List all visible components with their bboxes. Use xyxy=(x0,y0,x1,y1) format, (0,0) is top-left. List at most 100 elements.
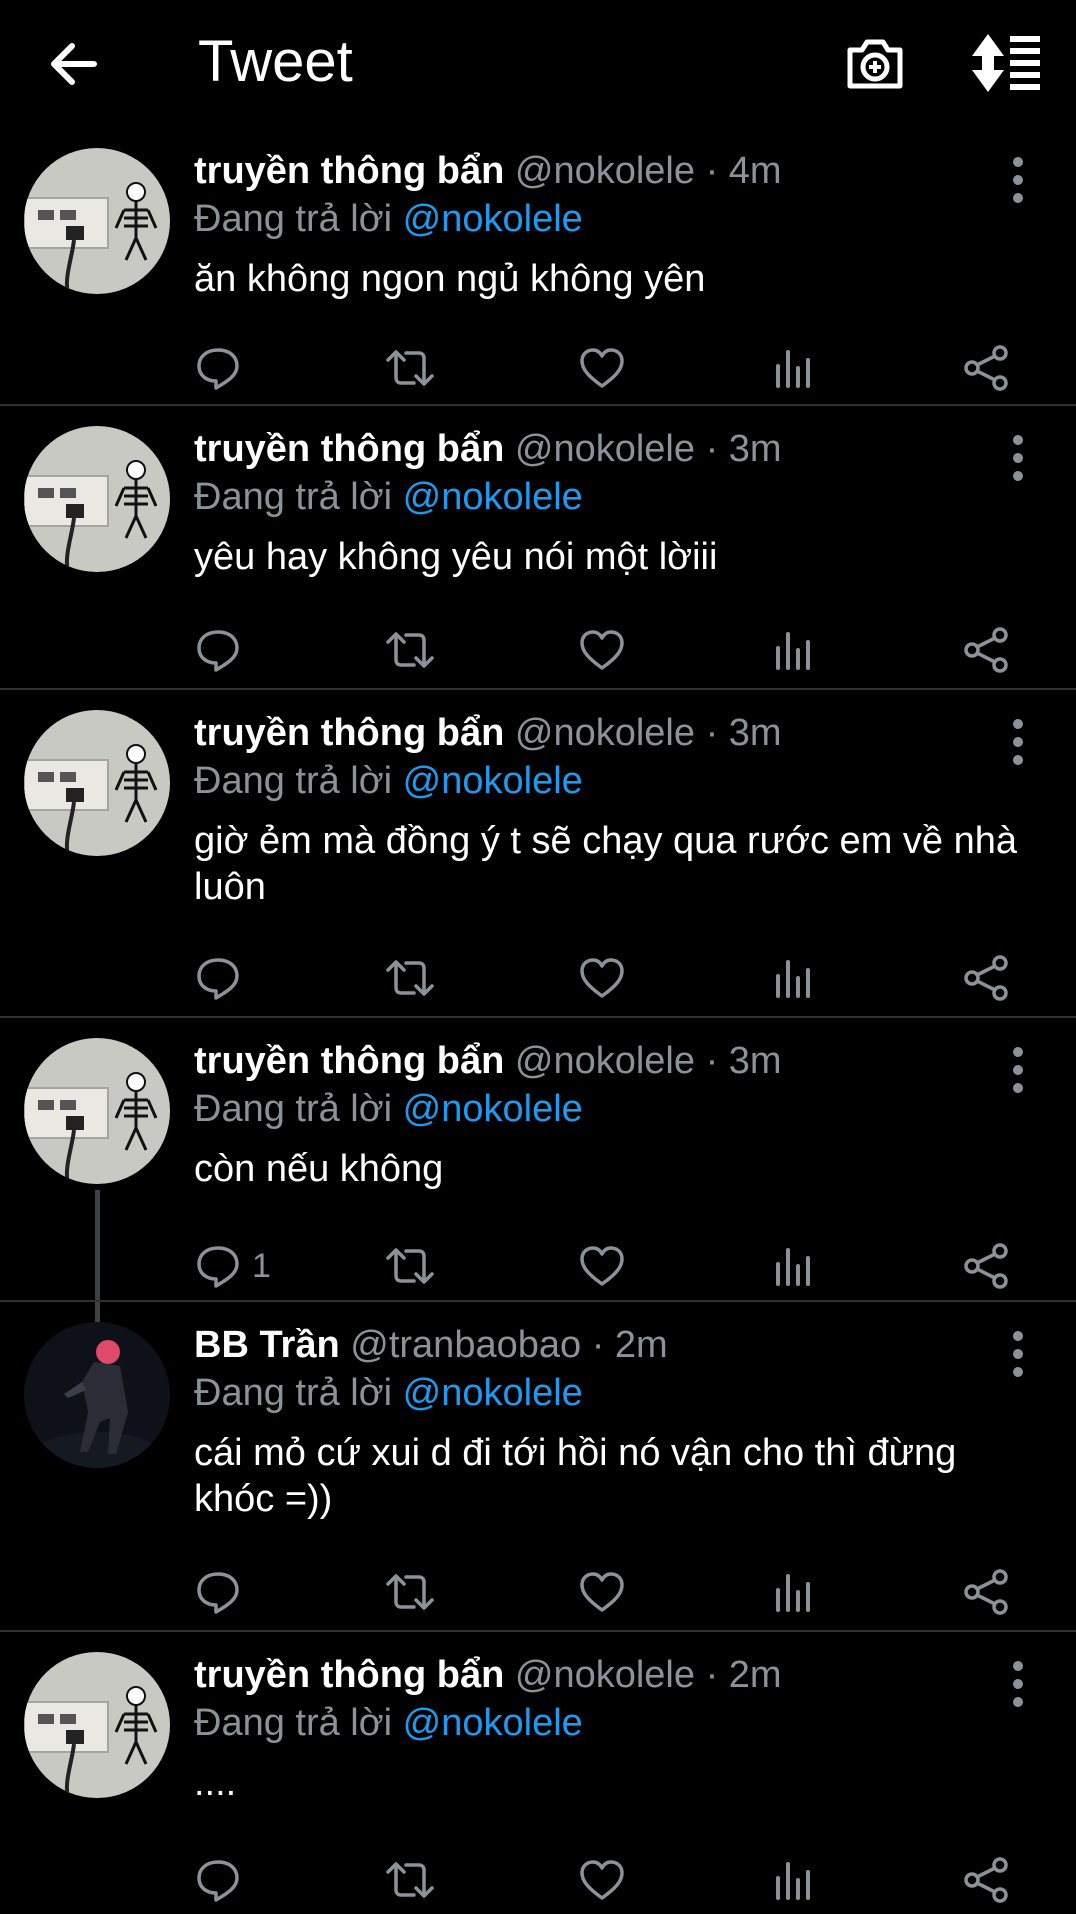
replying-to-label: Đang trả lời xyxy=(194,476,393,518)
analytics-button[interactable] xyxy=(770,1852,818,1908)
camera-button[interactable] xyxy=(842,30,908,96)
tweet[interactable]: truyền thông bẩn @nokolele · 3m Đang trả… xyxy=(0,1018,1076,1302)
more-options-button[interactable] xyxy=(998,712,1038,772)
tweet[interactable]: BB Trần @tranbaobao · 2m Đang trả lời @n… xyxy=(0,1302,1076,1632)
display-name[interactable]: BB Trần xyxy=(194,1324,340,1366)
reply-icon xyxy=(197,1572,239,1614)
reply-button[interactable]: 1 xyxy=(194,1238,271,1294)
separator-dot: · xyxy=(591,1324,605,1366)
share-icon xyxy=(964,1243,1008,1289)
back-button[interactable] xyxy=(44,32,108,96)
separator-dot: · xyxy=(705,150,719,192)
like-button[interactable] xyxy=(578,1852,626,1908)
tweet-header: truyền thông bẩn @nokolele · 2m xyxy=(194,1654,782,1697)
share-icon xyxy=(964,345,1008,391)
more-options-icon xyxy=(1013,1047,1023,1093)
like-button[interactable] xyxy=(578,950,626,1006)
user-handle: @nokolele xyxy=(514,1654,696,1696)
share-button[interactable] xyxy=(962,950,1010,1006)
display-name[interactable]: truyền thông bẩn xyxy=(194,712,504,754)
retweet-icon xyxy=(386,1248,434,1284)
retweet-button[interactable] xyxy=(386,340,434,396)
reply-button[interactable] xyxy=(194,340,252,396)
user-handle: @nokolele xyxy=(514,150,696,192)
mention-link[interactable]: @nokolele xyxy=(403,476,583,518)
mention-link[interactable]: @nokolele xyxy=(403,1088,583,1130)
avatar[interactable] xyxy=(24,1038,170,1184)
more-options-button[interactable] xyxy=(998,1324,1038,1384)
share-button[interactable] xyxy=(962,1852,1010,1908)
reply-button[interactable] xyxy=(194,950,252,1006)
tweet-actions xyxy=(194,340,1034,396)
reply-button[interactable] xyxy=(194,622,252,678)
display-name[interactable]: truyền thông bẩn xyxy=(194,428,504,470)
avatar[interactable] xyxy=(24,426,170,572)
analytics-icon xyxy=(776,350,810,388)
mention-link[interactable]: @nokolele xyxy=(403,1372,583,1414)
more-options-button[interactable] xyxy=(998,1040,1038,1100)
heart-icon xyxy=(580,1572,624,1612)
tweet-text: yêu hay không yêu nói một lờiii xyxy=(194,536,718,578)
share-button[interactable] xyxy=(962,340,1010,396)
avatar[interactable] xyxy=(24,1652,170,1798)
share-button[interactable] xyxy=(962,622,1010,678)
separator-dot: · xyxy=(705,1040,719,1082)
share-button[interactable] xyxy=(962,1564,1010,1620)
share-button[interactable] xyxy=(962,1238,1010,1294)
tweet-text: còn nếu không xyxy=(194,1148,444,1190)
tweet-text: giờ ẻm mà đồng ý t sẽ chạy qua rước em v… xyxy=(194,820,1017,908)
display-name[interactable]: truyền thông bẩn xyxy=(194,1654,504,1696)
avatar[interactable] xyxy=(24,1322,170,1468)
retweet-button[interactable] xyxy=(386,1238,434,1294)
tweet-header: truyền thông bẩn @nokolele · 4m xyxy=(194,150,782,193)
more-options-icon xyxy=(1013,1331,1023,1377)
reply-button[interactable] xyxy=(194,1564,252,1620)
like-button[interactable] xyxy=(578,340,626,396)
replying-to-label: Đang trả lời xyxy=(194,1702,393,1744)
reply-icon xyxy=(197,1246,239,1288)
mention-link[interactable]: @nokolele xyxy=(403,1702,583,1744)
display-name[interactable]: truyền thông bẩn xyxy=(194,150,504,192)
like-button[interactable] xyxy=(578,1564,626,1620)
retweet-icon xyxy=(386,1574,434,1610)
share-icon xyxy=(964,955,1008,1001)
reply-button[interactable] xyxy=(194,1852,252,1908)
analytics-button[interactable] xyxy=(770,622,818,678)
tweet[interactable]: truyền thông bẩn @nokolele · 2m Đang trả… xyxy=(0,1632,1076,1914)
more-options-button[interactable] xyxy=(998,150,1038,210)
retweet-button[interactable] xyxy=(386,1852,434,1908)
more-options-button[interactable] xyxy=(998,428,1038,488)
tweet[interactable]: truyền thông bẩn @nokolele · 3m Đang trả… xyxy=(0,406,1076,690)
separator-dot: · xyxy=(705,1654,719,1696)
analytics-button[interactable] xyxy=(770,1564,818,1620)
tweet[interactable]: truyền thông bẩn @nokolele · 4m Đang trả… xyxy=(0,128,1076,406)
tweet-header: BB Trần @tranbaobao · 2m xyxy=(194,1324,668,1367)
timestamp: 2m xyxy=(728,1654,782,1696)
retweet-icon xyxy=(386,350,434,386)
tweet-actions: 1 xyxy=(194,1238,1034,1294)
analytics-button[interactable] xyxy=(770,340,818,396)
mention-link[interactable]: @nokolele xyxy=(403,198,583,240)
analytics-button[interactable] xyxy=(770,950,818,1006)
arrow-left-icon xyxy=(51,43,97,85)
tweet[interactable]: truyền thông bẩn @nokolele · 3m Đang trả… xyxy=(0,690,1076,1018)
analytics-button[interactable] xyxy=(770,1238,818,1294)
replying-to-label: Đang trả lời xyxy=(194,1372,393,1414)
user-handle: @nokolele xyxy=(514,1040,696,1082)
retweet-button[interactable] xyxy=(386,950,434,1006)
mention-link[interactable]: @nokolele xyxy=(403,760,583,802)
like-button[interactable] xyxy=(578,622,626,678)
avatar[interactable] xyxy=(24,148,170,294)
avatar[interactable] xyxy=(24,710,170,856)
timestamp: 3m xyxy=(728,1040,782,1082)
display-name[interactable]: truyền thông bẩn xyxy=(194,1040,504,1082)
like-button[interactable] xyxy=(578,1238,626,1294)
more-options-button[interactable] xyxy=(998,1654,1038,1714)
retweet-button[interactable] xyxy=(386,1564,434,1620)
tweet-text: .... xyxy=(194,1762,237,1804)
reply-count: 1 xyxy=(252,1246,271,1285)
timestamp: 3m xyxy=(728,428,782,470)
share-icon xyxy=(964,1857,1008,1903)
sort-button[interactable] xyxy=(968,30,1044,96)
retweet-button[interactable] xyxy=(386,622,434,678)
